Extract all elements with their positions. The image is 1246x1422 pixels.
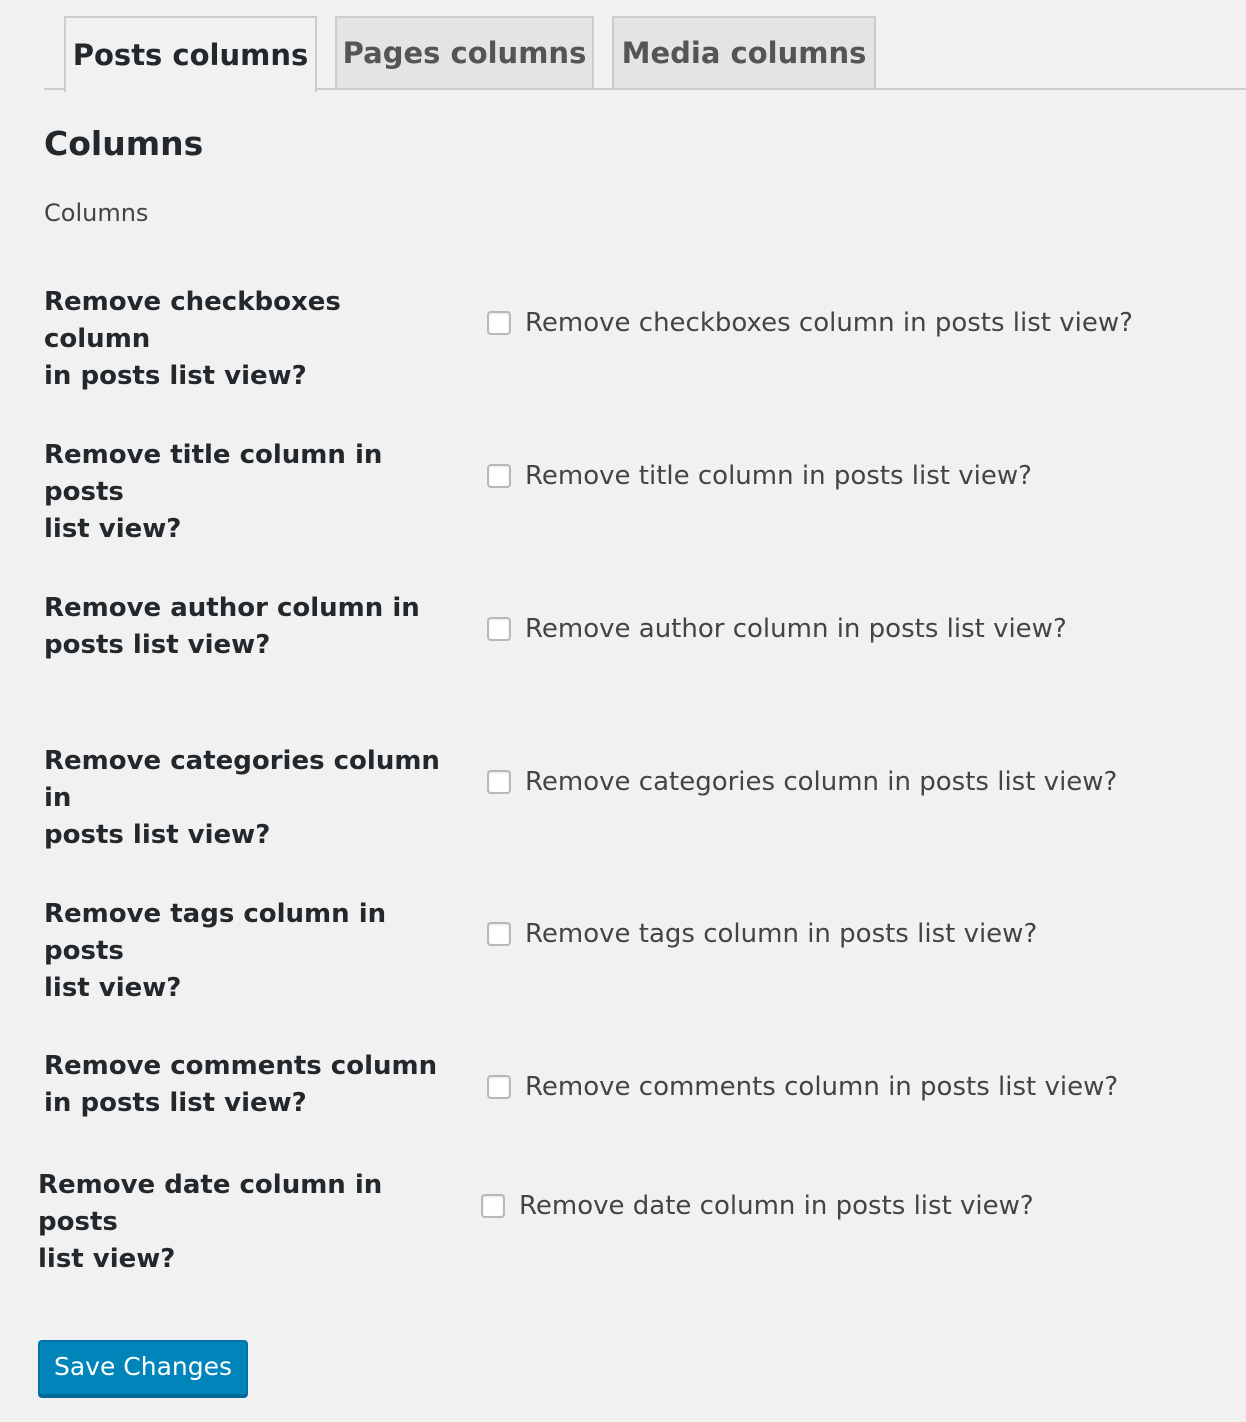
row-label-line: list view?: [38, 1244, 176, 1274]
save-changes-button[interactable]: Save Changes: [38, 1340, 248, 1396]
row-label-line: Remove tags column in posts: [44, 899, 387, 966]
row-label-title: Remove title column in posts list view?: [44, 437, 444, 548]
tab-label: Media columns: [621, 36, 867, 70]
checkbox-remove-title-column[interactable]: [487, 464, 511, 488]
row-label-checkboxes: Remove checkboxes column in posts list v…: [44, 284, 444, 395]
row-label-line: in posts list view?: [44, 1088, 307, 1118]
checkbox-remove-author-column[interactable]: [487, 617, 511, 641]
row-label-author: Remove author column in posts list view?: [44, 590, 444, 664]
checkbox-remove-tags-column[interactable]: [487, 922, 511, 946]
checkbox-label-remove-checkboxes-column[interactable]: Remove checkboxes column in posts list v…: [525, 305, 1133, 341]
tab-label: Posts columns: [72, 38, 309, 72]
row-label-line: list view?: [44, 514, 182, 544]
checkbox-remove-date-column[interactable]: [481, 1194, 505, 1218]
tab-media-columns[interactable]: Media columns: [612, 16, 876, 88]
checkbox-label-remove-tags-column[interactable]: Remove tags column in posts list view?: [525, 916, 1037, 952]
row-label-date: Remove date column in posts list view?: [38, 1167, 438, 1278]
section-title: Columns: [44, 124, 204, 163]
row-label-comments: Remove comments column in posts list vie…: [44, 1048, 444, 1122]
row-label-line: Remove date column in posts: [38, 1170, 383, 1237]
checkbox-label-remove-date-column[interactable]: Remove date column in posts list view?: [519, 1188, 1034, 1224]
checkbox-label-remove-comments-column[interactable]: Remove comments column in posts list vie…: [525, 1069, 1118, 1105]
checkbox-label-remove-author-column[interactable]: Remove author column in posts list view?: [525, 611, 1067, 647]
row-label-line: posts list view?: [44, 820, 271, 850]
section-description: Columns: [44, 199, 149, 227]
row-label-tags: Remove tags column in posts list view?: [44, 896, 444, 1007]
row-label-line: Remove checkboxes column: [44, 287, 341, 354]
row-label-line: list view?: [44, 973, 182, 1003]
row-label-line: posts list view?: [44, 630, 271, 660]
row-label-line: Remove author column in: [44, 593, 420, 623]
row-label-line: in posts list view?: [44, 361, 307, 391]
tab-label: Pages columns: [342, 36, 587, 70]
checkbox-remove-checkboxes-column[interactable]: [487, 311, 511, 335]
checkbox-label-remove-categories-column[interactable]: Remove categories column in posts list v…: [525, 764, 1117, 800]
row-label-line: Remove categories column in: [44, 746, 440, 813]
tab-posts-columns[interactable]: Posts columns: [64, 16, 317, 92]
row-label-categories: Remove categories column in posts list v…: [44, 743, 444, 854]
checkbox-remove-comments-column[interactable]: [487, 1075, 511, 1099]
tab-pages-columns[interactable]: Pages columns: [335, 16, 594, 88]
row-label-line: Remove title column in posts: [44, 440, 383, 507]
checkbox-label-remove-title-column[interactable]: Remove title column in posts list view?: [525, 458, 1032, 494]
row-label-line: Remove comments column: [44, 1051, 438, 1081]
checkbox-remove-categories-column[interactable]: [487, 770, 511, 794]
